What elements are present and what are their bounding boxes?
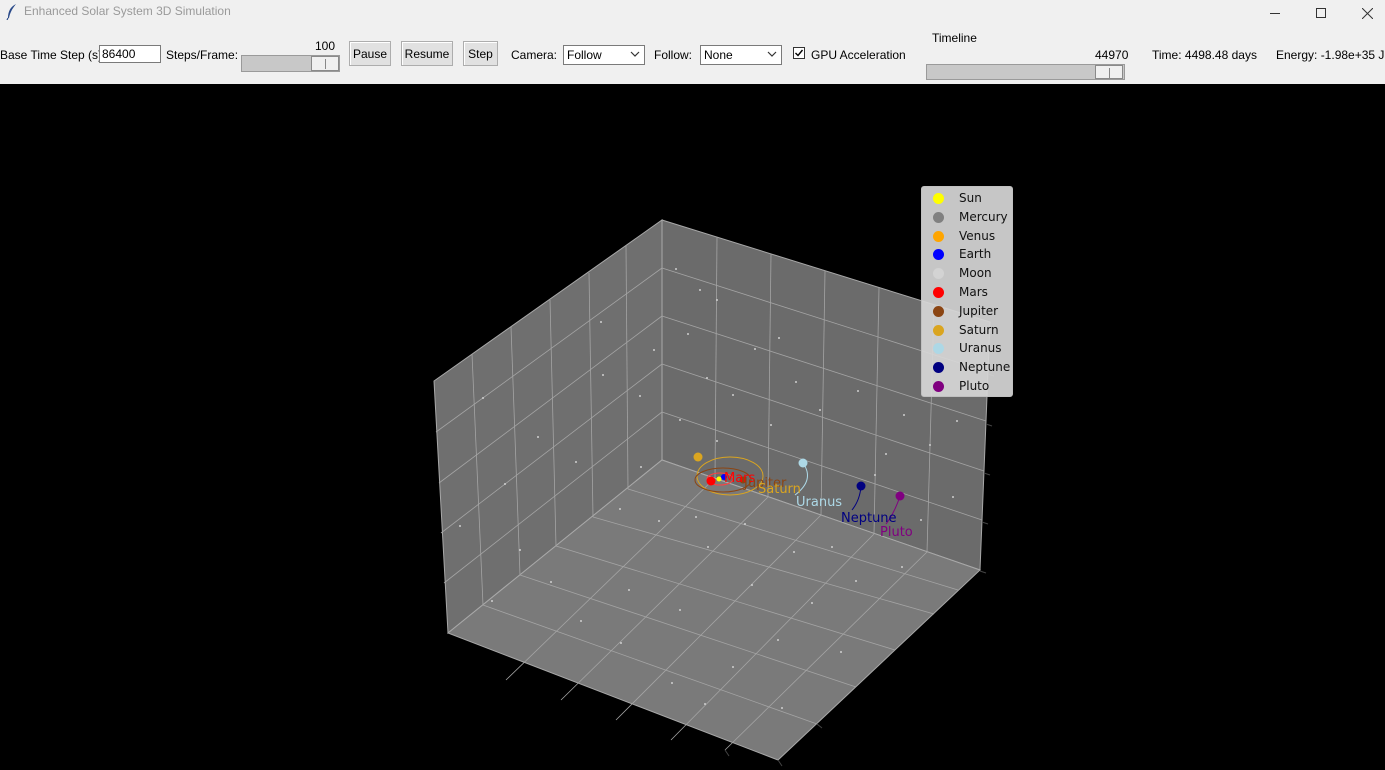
gpu-acceleration-checkbox[interactable] [793,47,805,59]
legend-item-neptune: Neptune [922,359,1014,377]
checkmark-icon [795,49,804,57]
timeline-slider[interactable] [926,64,1125,80]
saturn-marker[interactable] [693,452,703,462]
legend-marker-icon [933,343,944,355]
legend-marker-icon [933,249,944,261]
legend-item-earth: Earth [922,246,1014,264]
timeline-label: Timeline [932,31,977,45]
total-energy: Energy: -1.98e+35 J [1276,48,1385,62]
chevron-down-icon [630,51,640,57]
uranus-marker[interactable] [798,458,808,468]
title-bar: Enhanced Solar System 3D Simulation [0,0,1385,26]
camera-label: Camera: [511,48,558,62]
sun-marker[interactable] [716,476,722,482]
legend-label: Neptune [959,360,1011,375]
legend-label: Mercury [959,209,1008,224]
step-button[interactable]: Step [463,41,498,66]
feather-icon [6,4,16,20]
follow-label: Follow: [654,48,693,62]
legend-label: Sun [959,191,982,205]
legend-marker-icon [933,287,944,298]
legend-label: Earth [959,247,992,262]
legend-marker-icon [933,211,944,223]
minimize-icon [1270,13,1280,14]
legend-marker-icon [933,305,944,317]
legend-marker-icon [933,324,944,336]
legend-marker-icon [933,268,944,280]
legend-label: Pluto [959,379,990,393]
control-toolbar: Base Time Step (s): Steps/Frame: 100 Pau… [0,26,1385,84]
legend-item-jupiter: Jupiter [922,303,1014,321]
steps-per-frame-slider-handle[interactable] [311,56,339,71]
legend-item-saturn: Saturn [922,322,1014,340]
legend-marker-icon [933,193,944,204]
legend-item-mars: Mars [922,284,1014,302]
simulation-time: Time: 4498.48 days [1152,48,1257,62]
legend-item-moon: Moon [922,265,1014,283]
legend-marker-icon [933,362,944,374]
legend-label: Moon [959,266,992,281]
timeline-slider-handle[interactable] [1095,65,1123,79]
steps-per-frame-label: Steps/Frame: [166,48,239,62]
close-icon [1361,7,1373,19]
steps-per-frame-value: 100 [315,39,336,53]
pause-button[interactable]: Pause [349,41,391,66]
camera-select-value: Follow [567,48,602,62]
pluto-marker[interactable] [895,491,905,501]
legend-label: Saturn [959,322,999,337]
planet-legend: Sun Mercury Venus Earth Moon Mars Jupiter Satur… [921,186,1013,397]
neptune-plot-label: Neptune [841,511,897,526]
follow-select[interactable]: None [700,45,782,65]
saturn-plot-label: Saturn [758,482,801,497]
steps-per-frame-slider[interactable] [241,55,340,72]
solar-system-3d-view[interactable]: Mars Jupiter Saturn Uranus Neptune Pluto [0,84,1385,770]
minimize-button[interactable] [1252,0,1298,26]
legend-label: Jupiter [959,303,999,318]
legend-item-venus: Venus [922,228,1014,246]
camera-select[interactable]: Follow [563,45,645,65]
legend-item-mercury: Mercury [922,209,1014,227]
legend-item-pluto: Pluto [922,378,1014,396]
legend-label: Uranus [959,341,1002,356]
legend-item-sun: Sun [922,190,1014,208]
legend-item-uranus: Uranus [922,340,1014,358]
mars-marker[interactable] [706,476,716,486]
base-time-step-label: Base Time Step (s): [0,48,106,62]
legend-label: Mars [959,285,988,299]
legend-marker-icon [933,230,944,242]
close-button[interactable] [1344,0,1385,26]
resume-button[interactable]: Resume [401,41,453,66]
timeline-value: 44970 [1095,48,1129,62]
legend-label: Venus [959,228,996,243]
follow-select-value: None [704,48,733,62]
pluto-plot-label: Pluto [880,525,913,540]
base-time-step-input[interactable] [99,45,161,63]
gpu-acceleration-label: GPU Acceleration [811,48,906,62]
window-title: Enhanced Solar System 3D Simulation [24,4,231,18]
neptune-marker[interactable] [856,481,866,491]
chevron-down-icon [767,51,777,57]
maximize-button[interactable] [1298,0,1344,26]
maximize-icon [1316,8,1326,18]
uranus-plot-label: Uranus [796,495,842,510]
legend-marker-icon [933,381,944,392]
